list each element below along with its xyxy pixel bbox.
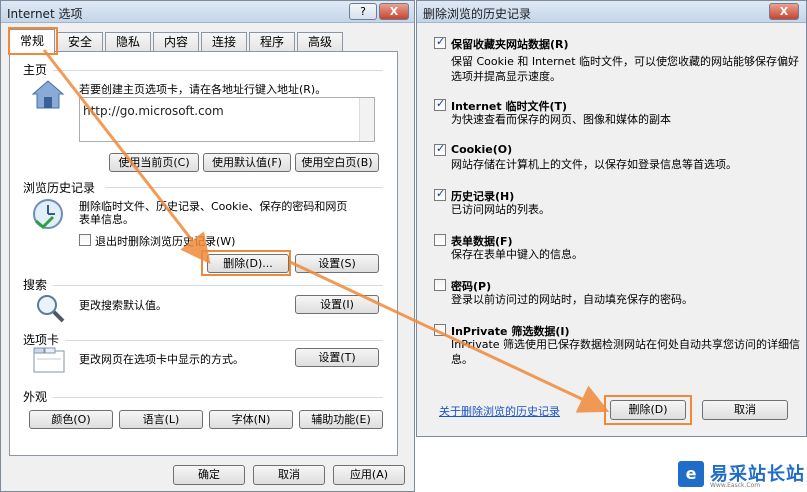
passwords-desc: 登录以前访问过的网站时，自动填充保存的密码。 [451,293,693,306]
history-description-line2: 表单信息。 [79,213,134,226]
history-settings-button[interactable]: 设置(S) [295,254,379,273]
cookies-title: Cookie(O) [451,143,513,156]
home-icon [31,80,65,109]
keep-favorites-title: 保留收藏夹网站数据(R) [451,38,569,51]
temp-files-checkbox[interactable] [434,97,446,111]
appearance-divider [53,397,383,398]
delete-button-highlight [201,250,291,276]
cancel-button[interactable]: 取消 [253,465,325,485]
tabs-group-label: 选项卡 [23,333,60,347]
home-divider [53,70,383,71]
inprivate-desc: InPrivate 筛选使用已保存数据检测网站在何处自动共享您访问的详细信息。 [451,338,801,366]
delete-on-exit-checkbox[interactable] [79,234,91,246]
cookies-checkbox[interactable] [434,142,446,156]
watermark-subtext: Www.Easck.Com [710,482,761,489]
internet-options-dialog: Internet 选项 ? X 常规 安全 隐私 内容 连接 程序 高级 主页 … [0,0,415,492]
tab-advanced[interactable]: 高级 [297,32,343,52]
dialog-title: 删除浏览的历史记录 [423,7,532,21]
cookies-desc: 网站存储在计算机上的文件，以保存如登录信息等首选项。 [451,158,737,171]
inprivate-checkbox[interactable] [434,324,446,336]
appearance-group-label: 外观 [23,390,48,404]
delete-on-exit-label: 退出时删除浏览历史记录(W) [95,235,236,248]
temp-files-desc: 为快速查看而保存的网页、图像和媒体的副本 [451,113,671,126]
dialog-title: Internet 选项 [7,7,83,21]
search-description: 更改搜索默认值。 [79,299,167,312]
search-icon [37,295,65,323]
form-data-desc: 保存在表单中键入的信息。 [451,248,583,261]
home-description: 若要创建主页选项卡，请在各地址行键入地址(R)。 [79,83,327,96]
fonts-button[interactable]: 字体(N) [209,410,293,429]
use-blank-button[interactable]: 使用空白页(B) [295,153,379,172]
apply-button[interactable]: 应用(A) [333,465,405,485]
delete-confirm-highlight [604,395,692,425]
textarea-scrollbar[interactable] [359,98,374,141]
search-settings-button[interactable]: 设置(I) [295,295,379,314]
use-current-button[interactable]: 使用当前页(C) [109,153,199,172]
title-bar: 删除浏览的历史记录 X [417,1,806,23]
title-bar: Internet 选项 ? X [1,1,414,23]
history-divider [105,187,383,188]
tabs-window-icon [33,347,65,373]
help-button[interactable]: ? [349,3,377,20]
history-desc: 已访问网站的列表。 [451,203,550,216]
delete-history-dialog: 删除浏览的历史记录 X 保留收藏夹网站数据(R) 保留 Cookie 和 Int… [416,0,807,437]
home-url-value: http://go.microsoft.com [83,104,224,118]
tabs-divider [65,340,383,341]
watermark: e 易采站长站 Www.Easck.Com [672,457,807,492]
ok-button[interactable]: 确定 [173,465,245,485]
history-clock-icon [33,199,63,230]
history-checkbox[interactable] [434,187,446,201]
home-url-textarea[interactable]: http://go.microsoft.com [79,97,375,142]
tab-privacy[interactable]: 隐私 [105,32,151,52]
about-delete-history-link[interactable]: 关于删除浏览的历史记录 [439,403,560,419]
languages-button[interactable]: 语言(L) [119,410,203,429]
tab-security[interactable]: 安全 [57,32,103,52]
search-divider [53,285,383,286]
watermark-logo-icon: e [678,461,704,487]
home-group-label: 主页 [23,63,48,77]
keep-favorites-checkbox[interactable] [434,35,446,49]
accessibility-button[interactable]: 辅助功能(E) [299,410,383,429]
search-group-label: 搜索 [23,278,48,292]
tab-content[interactable]: 内容 [153,32,199,52]
history-group-label: 浏览历史记录 [23,181,96,195]
use-default-button[interactable]: 使用默认值(F) [203,153,291,172]
tab-connections[interactable]: 连接 [201,32,247,52]
tab-programs[interactable]: 程序 [249,32,295,52]
dialog-cancel-button[interactable]: 取消 [702,400,788,420]
passwords-checkbox[interactable] [434,279,446,291]
tabs-description: 更改网页在选项卡中显示的方式。 [79,353,244,366]
tabs-settings-button[interactable]: 设置(T) [295,348,379,367]
close-button[interactable]: X [379,3,409,20]
keep-favorites-desc: 保留 Cookie 和 Internet 临时文件，可以使您收藏的网站能够保存偏… [451,55,799,83]
colors-button[interactable]: 颜色(O) [29,410,113,429]
form-data-checkbox[interactable] [434,234,446,246]
tab-highlight [8,27,58,55]
close-button[interactable]: X [769,3,799,20]
